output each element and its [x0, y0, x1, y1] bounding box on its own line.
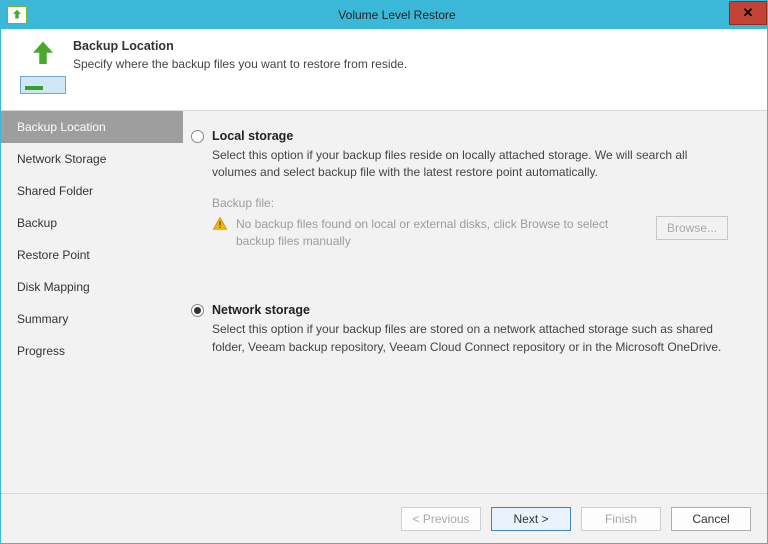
close-button[interactable]: ✕	[729, 1, 767, 25]
next-button[interactable]: Next >	[491, 507, 571, 531]
wizard-content: Local storage Select this option if your…	[183, 111, 767, 493]
wizard-steps-sidebar: Backup Location Network Storage Shared F…	[1, 111, 183, 493]
disk-icon	[20, 76, 66, 94]
radio-row-network[interactable]: Network storage	[191, 303, 751, 317]
app-icon	[7, 6, 27, 24]
sidebar-item-network-storage[interactable]: Network Storage	[1, 143, 183, 175]
sidebar-item-progress[interactable]: Progress	[1, 335, 183, 367]
option-network-desc: Select this option if your backup files …	[212, 321, 732, 356]
warning-text: No backup files found on local or extern…	[236, 216, 646, 250]
cancel-button[interactable]: Cancel	[671, 507, 751, 531]
sidebar-item-shared-folder[interactable]: Shared Folder	[1, 175, 183, 207]
backup-file-label: Backup file:	[212, 196, 751, 210]
sidebar-item-disk-mapping[interactable]: Disk Mapping	[1, 271, 183, 303]
option-local-storage: Local storage Select this option if your…	[191, 129, 751, 249]
sidebar-item-backup-location[interactable]: Backup Location	[1, 111, 183, 143]
page-title: Backup Location	[73, 39, 755, 53]
sidebar-item-backup[interactable]: Backup	[1, 207, 183, 239]
previous-button[interactable]: < Previous	[401, 507, 481, 531]
wizard-footer: < Previous Next > Finish Cancel	[1, 493, 767, 543]
warning-icon	[212, 216, 228, 232]
browse-button[interactable]: Browse...	[656, 216, 728, 240]
option-network-title: Network storage	[212, 303, 310, 317]
radio-local-storage[interactable]	[191, 130, 204, 143]
finish-button[interactable]: Finish	[581, 507, 661, 531]
radio-network-storage[interactable]	[191, 304, 204, 317]
window-title: Volume Level Restore	[27, 8, 767, 22]
option-local-title: Local storage	[212, 129, 293, 143]
wizard-header: Backup Location Specify where the backup…	[1, 29, 767, 111]
sidebar-item-restore-point[interactable]: Restore Point	[1, 239, 183, 271]
page-subtitle: Specify where the backup files you want …	[73, 57, 755, 71]
restore-arrow-icon	[25, 39, 61, 72]
sidebar-item-summary[interactable]: Summary	[1, 303, 183, 335]
option-local-desc: Select this option if your backup files …	[212, 147, 732, 182]
option-network-storage: Network storage Select this option if yo…	[191, 303, 751, 356]
titlebar: Volume Level Restore ✕	[1, 1, 767, 29]
radio-row-local[interactable]: Local storage	[191, 129, 751, 143]
